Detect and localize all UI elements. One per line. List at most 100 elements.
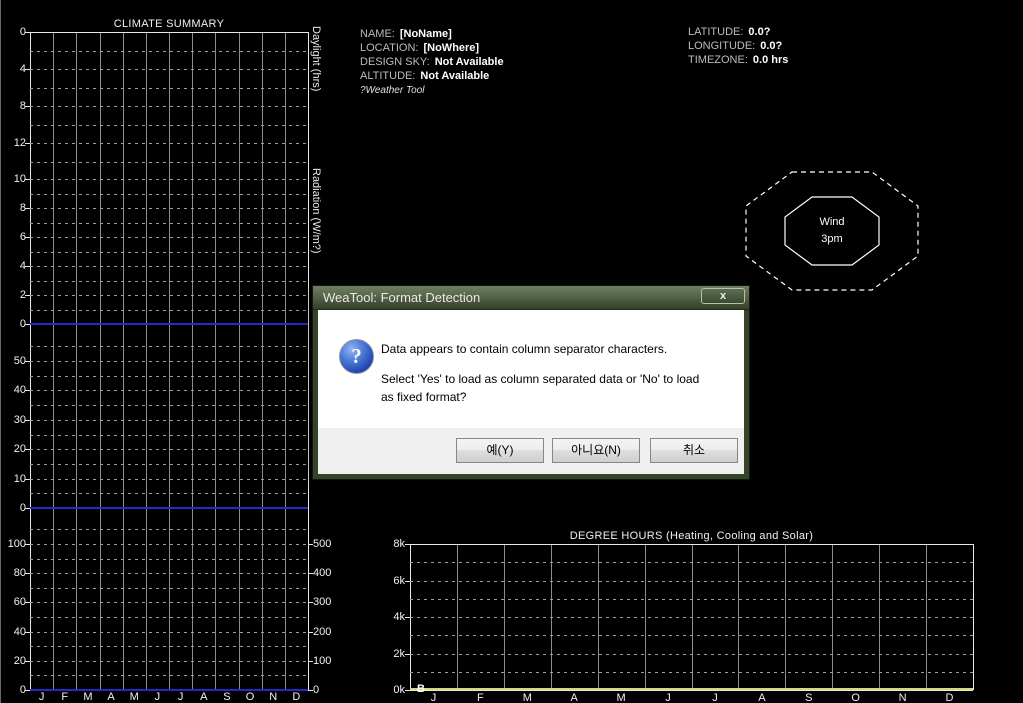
- gridline-dashed: [30, 544, 308, 545]
- gridline-dashed: [30, 617, 308, 618]
- month-label: J: [665, 692, 671, 703]
- no-button[interactable]: 아니요(N): [552, 438, 640, 463]
- month-label: S: [805, 692, 813, 703]
- axis-tick-label: 6k: [393, 574, 405, 587]
- daylight-axis-label: Daylight (hrs): [310, 26, 322, 92]
- month-label: A: [570, 692, 578, 703]
- axis-tick-mark: [405, 544, 410, 545]
- axis-border: [410, 544, 973, 545]
- gridline-dashed: [30, 646, 308, 648]
- dialog-title: WeaTool: Format Detection: [323, 290, 481, 305]
- gridline-dashed: [30, 69, 308, 70]
- axis-tick-label: 0: [313, 684, 320, 696]
- gridline-dashed: [410, 635, 973, 637]
- axis-tick-label: 12: [13, 137, 26, 149]
- axis-tick-mark: [25, 419, 30, 421]
- month-label: J: [38, 691, 45, 703]
- month-label: D: [292, 691, 301, 703]
- gridline-dashed: [30, 179, 308, 180]
- yes-button[interactable]: 예(Y): [456, 438, 544, 463]
- gridline-dashed: [30, 124, 308, 126]
- axis-tick-label: 0: [19, 318, 26, 330]
- axis-tick-mark: [308, 660, 313, 662]
- axis-tick-mark: [25, 237, 30, 238]
- gridline-dashed: [410, 580, 973, 582]
- latitude-value: 0.0?: [748, 26, 771, 38]
- gridline-dashed: [30, 222, 308, 224]
- axis-tick-label: 50: [13, 355, 26, 367]
- gridline-dashed: [30, 405, 308, 407]
- gridline-dashed: [410, 671, 973, 673]
- zero-value-line: [30, 323, 308, 325]
- degree-hours-baseline: [410, 688, 973, 690]
- gridline-dashed: [30, 529, 308, 531]
- axis-tick-label: 0: [19, 26, 26, 38]
- axis-tick-mark: [25, 32, 30, 33]
- dialog-message-line3: as fixed format?: [381, 390, 467, 404]
- radiation-axis-label: Radiation (W/m?): [310, 168, 322, 254]
- gridline-dashed: [410, 562, 973, 564]
- climate-summary-title: CLIMATE SUMMARY: [113, 18, 225, 30]
- month-label: N: [269, 691, 278, 703]
- gridline-dashed: [30, 631, 308, 633]
- axis-border: [30, 32, 308, 33]
- weather-tool-caption: ?Weather Tool: [360, 85, 425, 96]
- timezone-row: TIMEZONE: 0.0 hrs: [688, 54, 788, 66]
- cancel-button[interactable]: 취소: [650, 438, 738, 463]
- axis-tick-mark: [308, 544, 313, 545]
- zero-value-line: [30, 507, 308, 509]
- gridline-dashed: [30, 493, 308, 495]
- latitude-label: LATITUDE:: [688, 26, 744, 38]
- month-label: A: [758, 692, 766, 703]
- gridline-dashed: [30, 675, 308, 677]
- month-label: A: [200, 691, 208, 703]
- dialog-message-line1: Data appears to contain column separator…: [381, 342, 668, 356]
- gridline-dashed: [410, 617, 973, 618]
- axis-tick-label: 200: [313, 625, 332, 638]
- axis-tick-mark: [405, 580, 410, 582]
- gridline-dashed: [30, 50, 308, 52]
- axis-tick-label: 0k: [393, 684, 405, 696]
- timezone-label: TIMEZONE:: [688, 54, 748, 66]
- gridline-dashed: [30, 237, 308, 238]
- gridline-dashed: [30, 587, 308, 589]
- gridline-dashed: [30, 463, 308, 465]
- longitude-label: LONGITUDE:: [688, 40, 756, 52]
- axis-tick-label: 500: [313, 538, 332, 550]
- axis-tick-label: 20: [13, 654, 26, 667]
- axis-tick-mark: [405, 690, 410, 691]
- dialog-title-bar[interactable]: WeaTool: Format Detection x: [313, 286, 749, 310]
- close-icon[interactable]: x: [701, 288, 745, 304]
- gridline-dashed: [30, 266, 308, 267]
- axis-tick-label: 0: [19, 502, 26, 514]
- month-label: J: [712, 692, 718, 703]
- gridline-dashed: [30, 106, 308, 107]
- degree-hours-marker: B: [417, 683, 425, 695]
- axis-tick-mark: [25, 208, 30, 209]
- question-icon: ?: [339, 339, 374, 374]
- axis-tick-label: 4k: [393, 611, 405, 623]
- axis-tick-mark: [405, 617, 410, 618]
- month-label: M: [129, 691, 139, 703]
- gridline-dashed: [30, 295, 308, 296]
- altitude-label: ALTITUDE:: [360, 70, 416, 82]
- latitude-row: LATITUDE: 0.0?: [688, 26, 770, 38]
- gridline-dashed: [410, 598, 973, 600]
- design-sky-row: DESIGN SKY: Not Available: [360, 56, 504, 68]
- axis-tick-mark: [25, 602, 30, 604]
- gridline-dashed: [30, 478, 308, 480]
- axis-tick-label: 8: [19, 100, 26, 112]
- gridline-dashed: [30, 161, 308, 163]
- name-row: NAME: [NoName]: [360, 28, 452, 40]
- month-label: M: [522, 692, 532, 703]
- axis-tick-label: 8k: [393, 538, 405, 550]
- month-label: J: [154, 691, 161, 703]
- axis-tick-label: 400: [313, 567, 332, 580]
- gridline-vertical: [308, 32, 309, 690]
- month-label: M: [616, 692, 626, 703]
- name-value: [NoName]: [399, 28, 452, 40]
- altitude-row: ALTITUDE: Not Available: [360, 70, 489, 82]
- location-value: [NoWhere]: [423, 42, 480, 54]
- axis-border: [410, 690, 973, 691]
- axis-tick-mark: [25, 449, 30, 451]
